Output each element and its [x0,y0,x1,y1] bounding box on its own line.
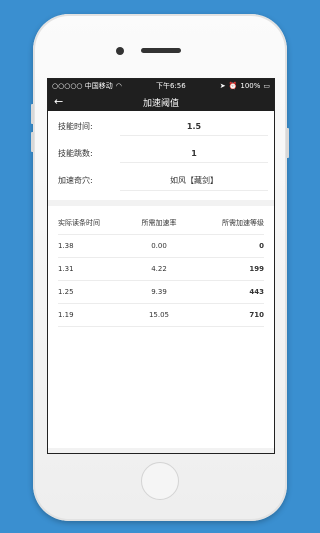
cell-haste-rate: 4.22 [151,265,167,273]
wifi-icon: ◠ [115,82,122,90]
table-row: 1.38 0.00 0 [58,235,264,258]
cell-haste-rate: 0.00 [151,242,167,250]
location-icon: ➤ [219,82,226,90]
cell-haste-level: 443 [249,288,264,296]
nav-bar: ← 加速阈值 [48,93,274,111]
form-row-skill-hops: 技能跳数: 1 [58,140,268,167]
cell-cast-time: 1.25 [58,288,74,296]
table-header: 实际读条时间 所需加速率 所需加速等级 [58,212,264,235]
skill-hops-label: 技能跳数: [58,149,93,158]
battery-icon: ▭ [263,82,270,90]
back-arrow-icon[interactable]: ← [54,95,63,108]
home-button[interactable] [141,462,179,500]
form-row-acupoint: 加速奇穴: 如风【藏剑】 [58,167,268,194]
cell-cast-time: 1.38 [58,242,74,250]
cell-haste-rate: 15.05 [148,311,170,319]
skill-time-input[interactable]: 1.5 [120,118,268,136]
cell-cast-time: 1.19 [58,311,74,319]
carrier-label: ○○○○○ 中国移动 [52,82,113,90]
header-cast-time: 实际读条时间 [58,219,100,227]
app-screen: ○○○○○ 中国移动 ◠ 下午6:56 ➤ ⏰ 100% ▭ ← 加速阈值 技能… [47,78,275,454]
cell-haste-level: 0 [259,242,264,250]
skill-hops-input[interactable]: 1 [120,145,268,163]
table-row: 1.25 9.39 443 [58,281,264,304]
threshold-form: 技能时间: 1.5 技能跳数: 1 加速奇穴: 如风【藏剑】 [48,111,274,200]
form-row-skill-time: 技能时间: 1.5 [58,113,268,140]
header-haste-level: 所需加速等级 [222,219,264,227]
acupoint-label: 加速奇穴: [58,176,93,185]
table-row: 1.19 15.05 710 [58,304,264,327]
page-title: 加速阈值 [142,98,179,109]
cell-haste-rate: 9.39 [151,288,167,296]
alarm-icon: ⏰ [228,82,238,90]
cell-haste-level: 710 [249,311,264,319]
acupoint-select[interactable]: 如风【藏剑】 [120,171,268,191]
clock: 下午6:56 [155,82,186,90]
volume-down-button [31,132,34,152]
power-button [286,128,289,158]
header-haste-rate: 所需加速率 [141,219,177,227]
volume-up-button [31,104,34,124]
cell-cast-time: 1.31 [58,265,74,273]
threshold-table: 实际读条时间 所需加速率 所需加速等级 1.38 0.00 0 1.31 4.2… [48,206,274,448]
battery-percent: 100% [240,82,261,90]
skill-time-label: 技能时间: [58,122,93,131]
front-camera [116,47,124,55]
cell-haste-level: 199 [249,265,264,273]
table-row: 1.31 4.22 199 [58,258,264,281]
status-bar: ○○○○○ 中国移动 ◠ 下午6:56 ➤ ⏰ 100% ▭ [48,79,274,93]
earpiece-speaker [141,48,181,53]
